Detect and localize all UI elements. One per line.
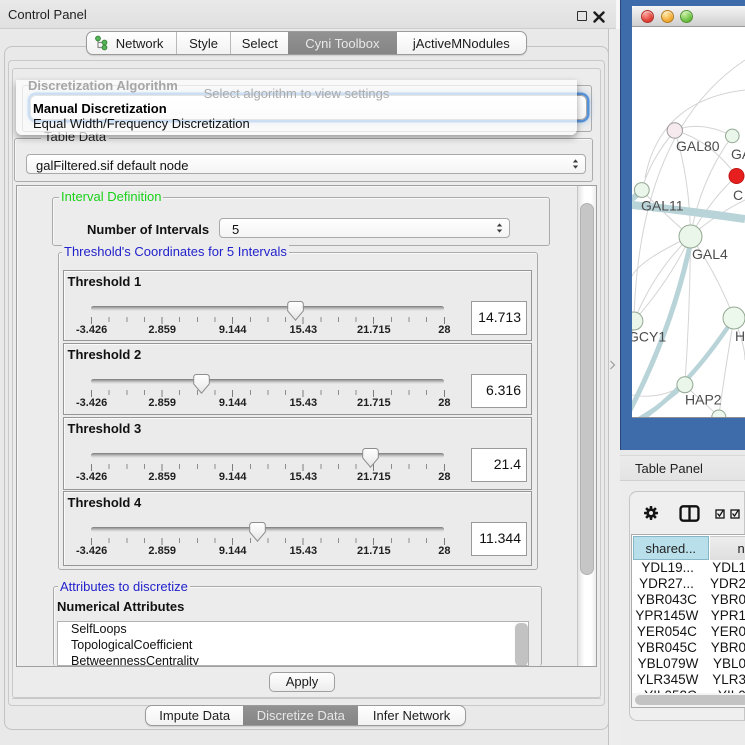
svg-text:H: H bbox=[735, 328, 745, 344]
svg-text:GAL80: GAL80 bbox=[676, 138, 720, 154]
svg-text:GA: GA bbox=[731, 146, 745, 162]
svg-text:GCY1: GCY1 bbox=[632, 329, 666, 345]
svg-text:C: C bbox=[733, 187, 743, 203]
svg-text:HAP2: HAP2 bbox=[685, 392, 722, 408]
svg-text:GAL11: GAL11 bbox=[641, 198, 684, 214]
svg-text:GAL4: GAL4 bbox=[692, 246, 728, 262]
